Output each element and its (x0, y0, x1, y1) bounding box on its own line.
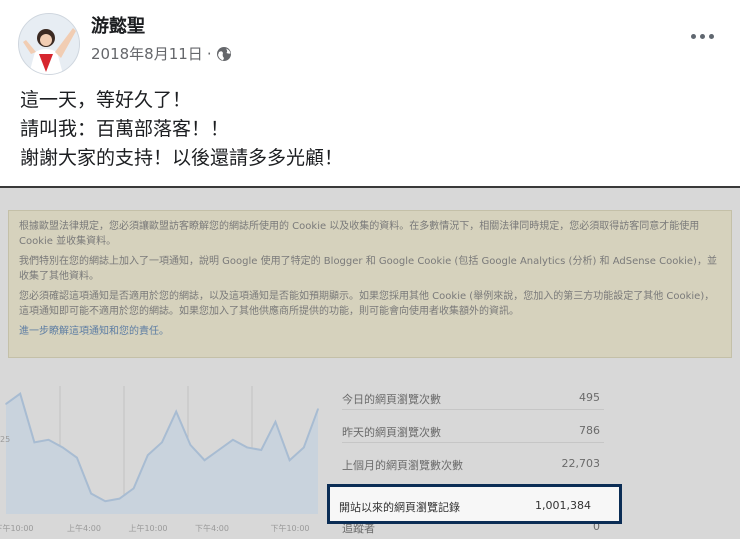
stat-lastmonth-value: 22,703 (561, 457, 601, 470)
post-meta: 2018年8月11日 · (91, 43, 232, 64)
chart-point (317, 408, 319, 410)
chart-x-tick: 上午4:00 (67, 523, 101, 533)
chart-x-tick: 下午4:00 (195, 523, 229, 533)
dot-icon (709, 34, 714, 39)
stat-yesterday-label: 昨天的網頁瀏覽次數 (342, 426, 441, 439)
chart-point (118, 497, 121, 500)
chart-point (76, 456, 78, 459)
alltime-pageviews-highlight: 開站以來的網頁瀏覽記錄 1,001,384 (327, 484, 622, 524)
stat-lastmonth: 上個月的網頁瀏覽數次數 22,703 (342, 457, 614, 473)
meta-separator: · (206, 44, 212, 63)
chart-point (161, 441, 163, 444)
divider (342, 442, 604, 443)
stat-alltime-value: 1,001,384 (535, 499, 591, 512)
post-image[interactable]: 根據歐盟法律規定，您必須讓歐盟訪客瞭解您的網誌所使用的 Cookie 以及收集的… (0, 186, 740, 539)
post-line-3: 謝謝大家的支持！以後還請多多光顧！ (20, 147, 344, 169)
notice-paragraph-2: 我們特別在您的網誌上加入了一項通知，說明 Google 使用了特定的 Blogg… (19, 256, 717, 282)
chart-point (232, 438, 234, 441)
stat-alltime-label: 開站以來的網頁瀏覽記錄 (339, 501, 460, 514)
chart-point (47, 438, 50, 441)
chart-point (5, 403, 7, 405)
image-top-border (0, 186, 740, 188)
chart-point (189, 444, 192, 446)
chart-point (132, 487, 135, 490)
chart-point (203, 459, 206, 462)
chart-point (288, 459, 291, 462)
stat-lastmonth-label: 上個月的網頁瀏覽數次數 (342, 459, 463, 472)
chart-x-tick: 上午10:00 (128, 523, 167, 533)
dot-icon (700, 34, 705, 39)
stat-yesterday-value: 786 (579, 424, 600, 437)
divider (342, 409, 604, 410)
post-line-1: 這一天，等好久了！ (20, 89, 192, 111)
chart-point (19, 392, 21, 395)
stat-today-value: 495 (579, 391, 600, 404)
dot-icon (691, 34, 696, 39)
post-body: 這一天，等好久了！ 請叫我：百萬部落客！！ 謝謝大家的支持！以後還請多多光顧！ (20, 86, 343, 173)
stat-today: 今日的網頁瀏覽次數 495 (342, 391, 614, 407)
cookie-notice: 根據歐盟法律規定，您必須讓歐盟訪客瞭解您的網誌所使用的 Cookie 以及收集的… (8, 210, 732, 358)
pageviews-chart: 25 下午10:00 上午4:00 上午10:00 下午4:00 下午10:00 (0, 386, 319, 533)
notice-paragraph-3: 您必須確認這項通知是否適用於您的網誌，以及這項通知是否能如預期顯示。如果您採用其… (19, 291, 715, 317)
author-avatar[interactable] (18, 13, 80, 75)
chart-point (175, 410, 177, 413)
stat-today-label: 今日的網頁瀏覽次數 (342, 393, 441, 406)
chart-point (274, 421, 277, 423)
more-options-button[interactable] (691, 34, 714, 39)
post-header: 游懿聖 2018年8月11日 · (0, 0, 740, 80)
chart-point (147, 454, 149, 456)
chart-x-tick: 下午10:00 (0, 523, 34, 533)
post-line-2: 請叫我：百萬部落客！！ (20, 118, 230, 140)
chart-y-tick: 25 (0, 435, 10, 444)
chart-point (33, 441, 36, 444)
chart-point (217, 449, 220, 451)
chart-point (303, 446, 305, 449)
chart-point (260, 449, 263, 451)
post-date[interactable]: 2018年8月11日 (91, 43, 203, 64)
chart-x-tick: 下午10:00 (270, 523, 309, 533)
chart-area (6, 393, 318, 514)
notice-learn-more-link[interactable]: 進一步瞭解這項通知和您的責任。 (19, 324, 721, 339)
chart-point (104, 500, 107, 502)
notice-paragraph-1: 根據歐盟法律規定，您必須讓歐盟訪客瞭解您的網誌所使用的 Cookie 以及收集的… (19, 221, 700, 247)
chart-point (90, 492, 92, 495)
chart-point (61, 446, 64, 449)
chart-point (246, 446, 248, 449)
stat-yesterday: 昨天的網頁瀏覽次數 786 (342, 424, 614, 440)
globe-icon[interactable] (216, 46, 232, 62)
author-name[interactable]: 游懿聖 (91, 12, 145, 38)
